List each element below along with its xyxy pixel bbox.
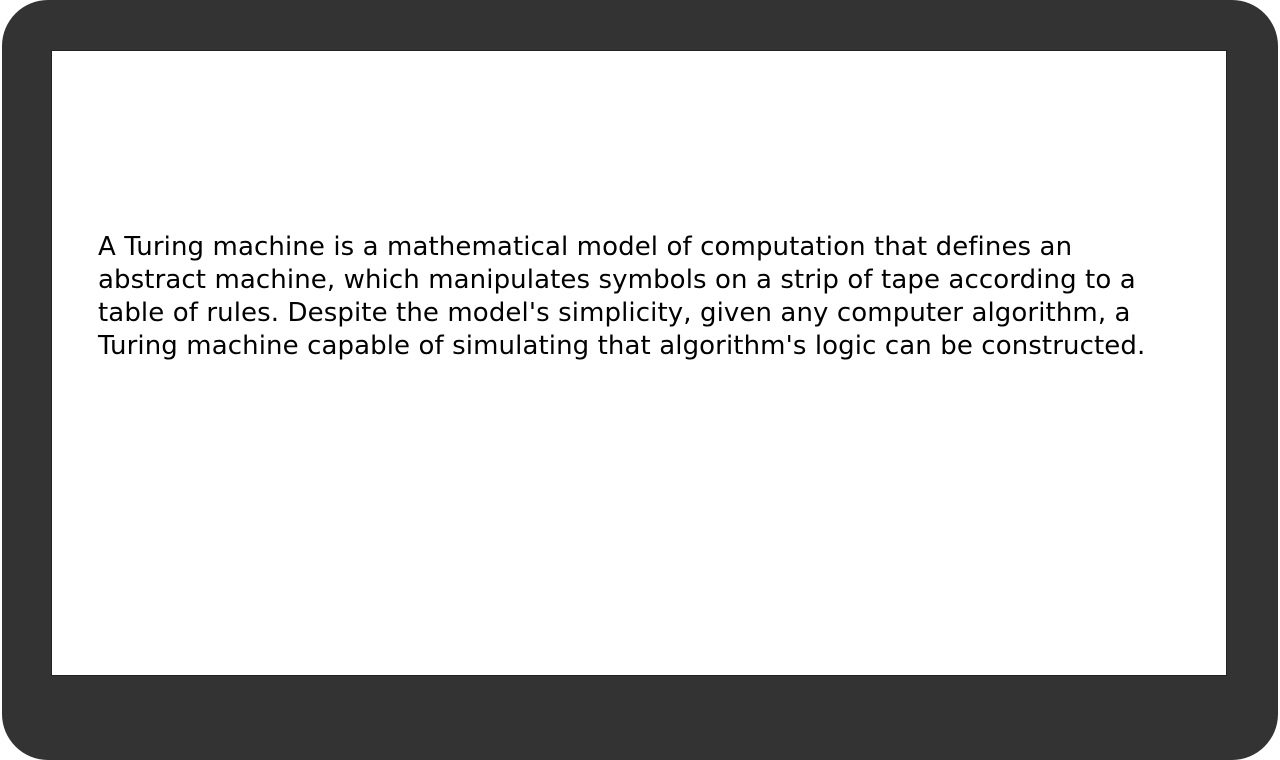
screen-paragraph: A Turing machine is a mathematical model… [98, 232, 1146, 361]
display-screen: A Turing machine is a mathematical model… [51, 50, 1227, 676]
